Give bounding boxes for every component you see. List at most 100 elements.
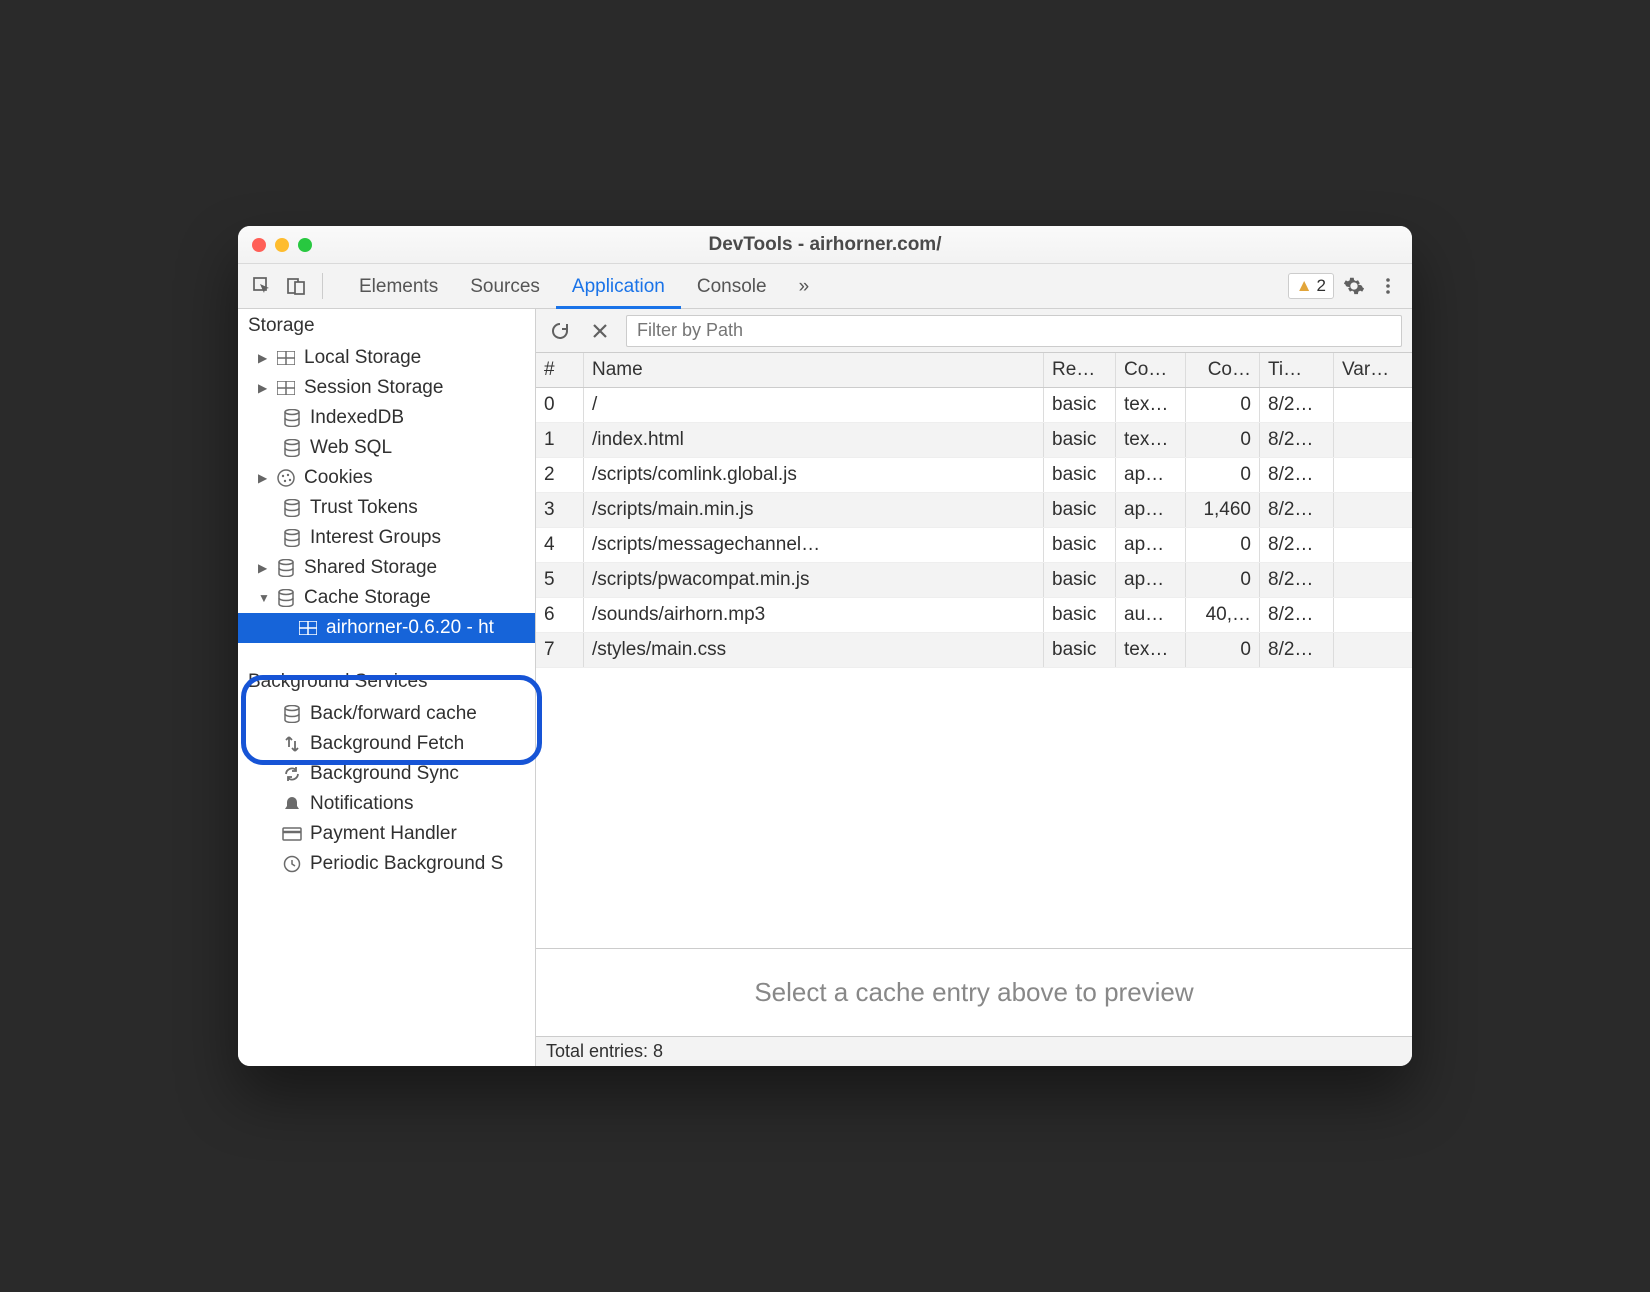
cache-table: # Name Re… Co… Co… Ti… Var… 0 / basic te… [536, 353, 1412, 1066]
cell-name: /scripts/main.min.js [584, 493, 1044, 527]
tree-label: Local Storage [304, 347, 421, 369]
cell-name: /scripts/pwacompat.min.js [584, 563, 1044, 597]
cell-vary [1334, 528, 1412, 562]
database-icon [282, 499, 302, 517]
status-bar: Total entries: 8 [536, 1036, 1412, 1066]
cell-content-type: tex… [1116, 388, 1186, 422]
cell-content-type: ap… [1116, 493, 1186, 527]
sidebar-item-cookies[interactable]: ▶ Cookies [238, 463, 535, 493]
col-content-type[interactable]: Co… [1116, 353, 1186, 387]
cell-time: 8/2… [1260, 458, 1334, 492]
tree-label: Cookies [304, 467, 373, 489]
zoom-icon[interactable] [298, 238, 312, 252]
cell-time: 8/2… [1260, 528, 1334, 562]
sidebar-item-bg-sync[interactable]: Background Sync [238, 759, 535, 789]
cell-response: basic [1044, 563, 1116, 597]
device-toggle-icon[interactable] [282, 272, 310, 300]
warnings-badge[interactable]: ▲ 2 [1288, 273, 1334, 299]
cell-index: 6 [536, 598, 584, 632]
database-icon [282, 439, 302, 457]
card-icon [282, 827, 302, 841]
toolbar-divider [322, 273, 323, 299]
cell-name: /sounds/airhorn.mp3 [584, 598, 1044, 632]
table-header: # Name Re… Co… Co… Ti… Var… [536, 353, 1412, 388]
cell-name: /scripts/messagechannel… [584, 528, 1044, 562]
tree-label: Payment Handler [310, 823, 457, 845]
tree-label: Notifications [310, 793, 414, 815]
chevron-right-icon: ▶ [258, 561, 268, 575]
sidebar-item-indexeddb[interactable]: IndexedDB [238, 403, 535, 433]
bell-icon [282, 795, 302, 813]
sidebar-item-trust-tokens[interactable]: Trust Tokens [238, 493, 535, 523]
col-content-length[interactable]: Co… [1186, 353, 1260, 387]
tree-label: Trust Tokens [310, 497, 418, 519]
cell-response: basic [1044, 493, 1116, 527]
table-row[interactable]: 3 /scripts/main.min.js basic ap… 1,460 8… [536, 493, 1412, 528]
col-time[interactable]: Ti… [1260, 353, 1334, 387]
kebab-icon[interactable] [1374, 272, 1402, 300]
cell-name: /scripts/comlink.global.js [584, 458, 1044, 492]
refresh-icon[interactable] [546, 317, 574, 345]
cell-content-length: 40,… [1186, 598, 1260, 632]
tab-console[interactable]: Console [681, 264, 783, 309]
cell-content-length: 0 [1186, 388, 1260, 422]
cell-vary [1334, 563, 1412, 597]
tree-label: Background Fetch [310, 733, 464, 755]
clear-icon[interactable] [586, 317, 614, 345]
preview-hint: Select a cache entry above to preview [754, 977, 1193, 1007]
col-name[interactable]: Name [584, 353, 1044, 387]
tree-label: Interest Groups [310, 527, 441, 549]
filter-input[interactable] [626, 315, 1402, 347]
sidebar-item-local-storage[interactable]: ▶ Local Storage [238, 343, 535, 373]
tab-overflow[interactable]: » [783, 264, 826, 309]
database-icon [276, 589, 296, 607]
table-row[interactable]: 5 /scripts/pwacompat.min.js basic ap… 0 … [536, 563, 1412, 598]
warning-count: 2 [1317, 276, 1326, 296]
sidebar-item-session-storage[interactable]: ▶ Session Storage [238, 373, 535, 403]
chevron-right-icon: ▶ [258, 351, 268, 365]
sidebar-item-shared-storage[interactable]: ▶ Shared Storage [238, 553, 535, 583]
cell-time: 8/2… [1260, 423, 1334, 457]
col-response[interactable]: Re… [1044, 353, 1116, 387]
chevron-right-icon: ▶ [258, 471, 268, 485]
tab-sources[interactable]: Sources [454, 264, 556, 309]
cell-time: 8/2… [1260, 493, 1334, 527]
table-row[interactable]: 2 /scripts/comlink.global.js basic ap… 0… [536, 458, 1412, 493]
cell-vary [1334, 458, 1412, 492]
table-row[interactable]: 7 /styles/main.css basic tex… 0 8/2… [536, 633, 1412, 668]
sidebar-item-bg-fetch[interactable]: Background Fetch [238, 729, 535, 759]
cell-index: 0 [536, 388, 584, 422]
cell-name: /index.html [584, 423, 1044, 457]
col-index[interactable]: # [536, 353, 584, 387]
sidebar-item-bfcache[interactable]: Back/forward cache [238, 699, 535, 729]
tree-label: Background Sync [310, 763, 459, 785]
table-row[interactable]: 0 / basic tex… 0 8/2… [536, 388, 1412, 423]
cell-vary [1334, 633, 1412, 667]
table-row[interactable]: 6 /sounds/airhorn.mp3 basic au… 40,… 8/2… [536, 598, 1412, 633]
tree-label: Shared Storage [304, 557, 437, 579]
cell-content-length: 0 [1186, 633, 1260, 667]
table-row[interactable]: 1 /index.html basic tex… 0 8/2… [536, 423, 1412, 458]
close-icon[interactable] [252, 238, 266, 252]
tree-label: Periodic Background S [310, 853, 503, 875]
warning-icon: ▲ [1296, 276, 1313, 296]
inspect-icon[interactable] [248, 272, 276, 300]
cell-content-type: tex… [1116, 423, 1186, 457]
transfer-icon [282, 735, 302, 753]
sidebar-item-notifications[interactable]: Notifications [238, 789, 535, 819]
cell-name: / [584, 388, 1044, 422]
minimize-icon[interactable] [275, 238, 289, 252]
panel-tabs: Elements Sources Application Console » [343, 264, 825, 309]
cell-content-type: ap… [1116, 458, 1186, 492]
sidebar-item-cache-storage[interactable]: ▼ Cache Storage [238, 583, 535, 613]
tab-elements[interactable]: Elements [343, 264, 454, 309]
sidebar-item-cache-entry[interactable]: airhorner-0.6.20 - ht [238, 613, 535, 643]
sidebar-item-websql[interactable]: Web SQL [238, 433, 535, 463]
table-row[interactable]: 4 /scripts/messagechannel… basic ap… 0 8… [536, 528, 1412, 563]
tab-application[interactable]: Application [556, 264, 681, 309]
sidebar-item-periodic-bg-sync[interactable]: Periodic Background S [238, 849, 535, 879]
sidebar-item-interest-groups[interactable]: Interest Groups [238, 523, 535, 553]
col-vary[interactable]: Var… [1334, 353, 1412, 387]
gear-icon[interactable] [1340, 272, 1368, 300]
sidebar-item-payment[interactable]: Payment Handler [238, 819, 535, 849]
